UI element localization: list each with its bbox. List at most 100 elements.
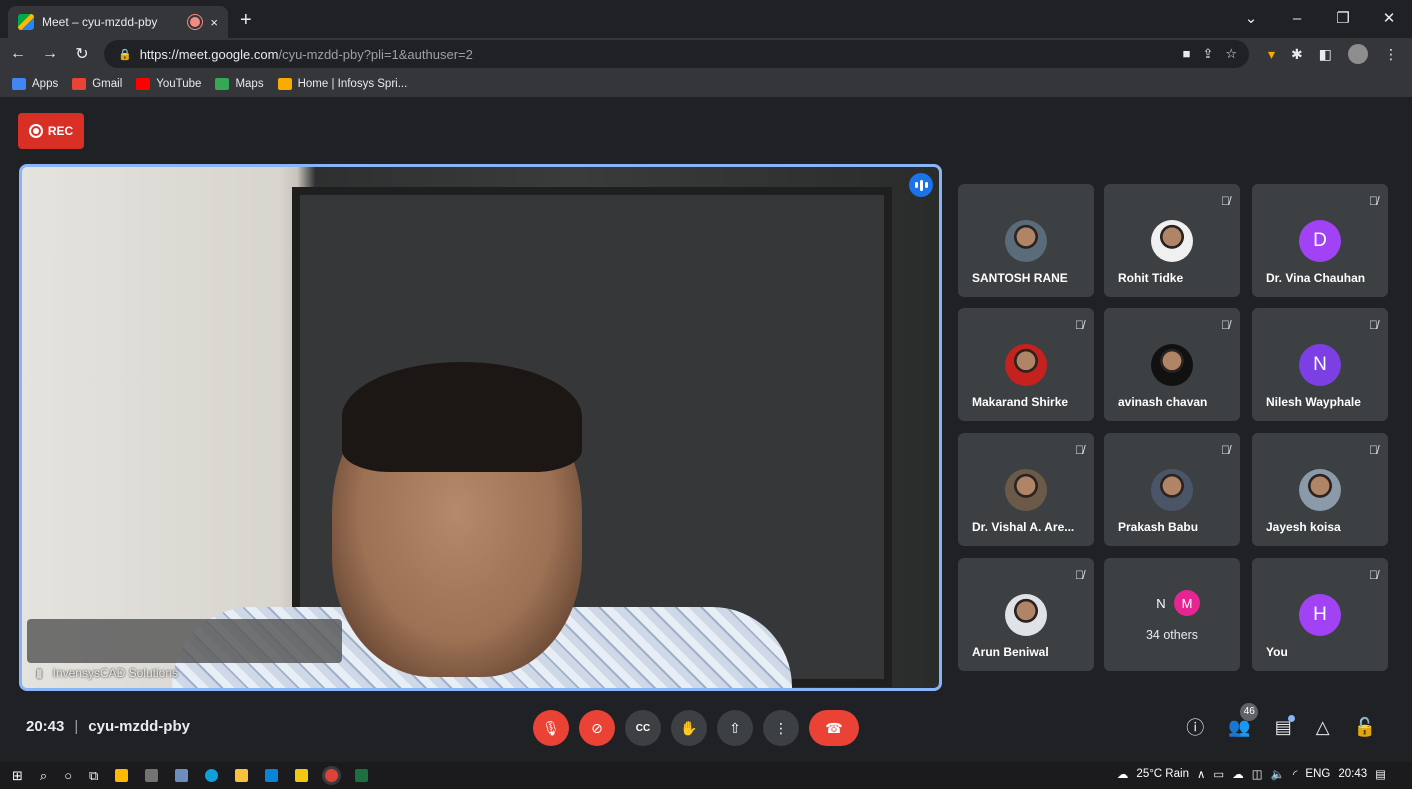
participant-tile[interactable]: 🎙̸ Jayesh koisa xyxy=(1252,433,1388,546)
participant-tile[interactable]: N M 34 others xyxy=(1104,558,1240,671)
mail-icon[interactable] xyxy=(265,769,279,782)
tab-search-icon[interactable]: ⌄ xyxy=(1228,9,1274,27)
camera-toggle-button[interactable]: ⊘ xyxy=(579,710,615,746)
tray-expand-icon[interactable]: ∧ xyxy=(1197,767,1205,781)
participant-tile[interactable]: 🎙̸ Arun Beniwal xyxy=(958,558,1094,671)
participant-name: SANTOSH RANE xyxy=(972,271,1068,285)
participant-avatar: D xyxy=(1299,220,1341,262)
store-icon[interactable] xyxy=(115,769,129,782)
call-controls: 🎙 ⊘ CC ✋ ⇧ ⋮ ☎ xyxy=(533,710,859,746)
onedrive-icon[interactable]: ☁ xyxy=(1232,767,1244,781)
participant-tile[interactable]: 🎙̸ Rohit Tidke xyxy=(1104,184,1240,297)
participant-name: Rohit Tidke xyxy=(1118,271,1184,285)
tab-meet[interactable]: Meet – cyu-mzdd-pby × xyxy=(8,6,228,38)
chrome-icon[interactable] xyxy=(325,769,339,782)
participants-grid: SANTOSH RANE 🎙̸ Rohit Tidke 🎙̸ D Dr. Vina Cha… xyxy=(958,184,1388,672)
participant-name: Nilesh Wayphale xyxy=(1266,395,1361,409)
battery-icon[interactable]: ▭ xyxy=(1213,767,1224,781)
captions-icon: CC xyxy=(635,722,651,734)
wifi-icon[interactable]: ◜ xyxy=(1293,767,1297,781)
activities-button[interactable]: △ xyxy=(1316,717,1330,738)
participant-tile[interactable]: 🎙̸ avinash chavan xyxy=(1104,308,1240,421)
back-icon[interactable]: ← xyxy=(4,45,32,63)
network-icon[interactable]: ◫ xyxy=(1252,767,1263,781)
main-speaker-tile[interactable]: ▮ InvensysCAD Solutions xyxy=(19,164,942,691)
profile-avatar[interactable] xyxy=(1348,44,1368,64)
file-explorer-icon[interactable] xyxy=(235,769,249,782)
task-view-icon[interactable]: ⧉ xyxy=(89,768,98,784)
raise-hand-button[interactable]: ✋ xyxy=(671,710,707,746)
edge-icon[interactable] xyxy=(205,769,219,782)
chat-button[interactable]: ▤ xyxy=(1275,714,1295,738)
omnibox-actions: ■ ⇪ ☆ xyxy=(1183,46,1237,62)
clock[interactable]: 20:43 xyxy=(1338,768,1367,780)
more-options-button[interactable]: ⋮ xyxy=(763,710,799,746)
reload-icon[interactable]: ↻ xyxy=(68,44,96,64)
recording-badge[interactable]: REC xyxy=(18,113,84,149)
new-tab-button[interactable]: + xyxy=(240,9,252,32)
forward-icon[interactable]: → xyxy=(36,45,64,63)
participant-tile[interactable]: 🎙̸ H You xyxy=(1252,558,1388,671)
side-panel-icon[interactable]: ◧ xyxy=(1319,46,1332,63)
close-tab-icon[interactable]: × xyxy=(210,15,218,30)
app-icon[interactable] xyxy=(175,769,189,782)
language-indicator[interactable]: ENG xyxy=(1305,768,1330,780)
url-host: https://meet.google.com xyxy=(139,46,279,62)
windows-start-icon[interactable]: ⊞ xyxy=(12,768,23,784)
bookmark-label: Maps xyxy=(235,77,264,90)
camera-in-use-icon[interactable]: ■ xyxy=(1183,46,1191,62)
leave-call-button[interactable]: ☎ xyxy=(809,710,859,746)
system-tray: ☁ 25°C Rain ∧ ▭ ☁ ◫ 🔈 ◜ ENG 20:43 ▤ xyxy=(1117,767,1386,781)
hang-up-icon: ☎ xyxy=(825,719,843,736)
windows-taskbar: ⊞ ⌕ ○ ⧉ ☁ 25°C Rain ∧ ▭ ☁ ◫ 🔈 ◜ ENG 20:4… xyxy=(0,762,1412,789)
weather-icon[interactable]: ☁ xyxy=(1117,767,1129,781)
participant-tile[interactable]: 🎙̸ D Dr. Vina Chauhan xyxy=(1252,184,1388,297)
power-bi-icon[interactable] xyxy=(295,769,309,782)
bookmark-item[interactable]: Apps xyxy=(12,77,58,90)
bookmark-item[interactable]: YouTube xyxy=(136,77,201,90)
activities-icon: △ xyxy=(1315,716,1330,737)
volume-icon[interactable]: 🔈 xyxy=(1271,767,1285,781)
notifications-icon[interactable]: ▤ xyxy=(1375,767,1386,781)
participant-tile[interactable]: 🎙̸ Prakash Babu xyxy=(1104,433,1240,546)
restore-button[interactable]: ❐ xyxy=(1320,9,1366,27)
participant-tile[interactable]: SANTOSH RANE xyxy=(958,184,1094,297)
participant-tile[interactable]: 🎙̸ N Nilesh Wayphale xyxy=(1252,308,1388,421)
weather-text[interactable]: 25°C Rain xyxy=(1136,768,1189,780)
taskbar-apps: ⊞ ⌕ ○ ⧉ xyxy=(0,768,369,784)
address-bar[interactable]: 🔒 https://meet.google.com /cyu-mzdd-pby?… xyxy=(104,40,1249,68)
mic-muted-icon: 🎙̸ xyxy=(1075,568,1084,582)
calculator-icon[interactable] xyxy=(145,769,159,782)
minimize-button[interactable]: – xyxy=(1274,10,1320,27)
maps-icon xyxy=(215,77,230,90)
bookmark-item[interactable]: Gmail xyxy=(72,77,122,90)
bookmark-item[interactable]: Home | Infosys Spri... xyxy=(277,77,407,90)
menu-icon[interactable]: ⋮ xyxy=(1384,46,1398,63)
participant-name: Makarand Shirke xyxy=(972,395,1069,409)
microphone-toggle-button[interactable]: 🎙 xyxy=(533,710,569,746)
host-controls-button[interactable]: 🔓 xyxy=(1354,717,1376,738)
bookmark-star-icon[interactable]: ☆ xyxy=(1225,46,1237,62)
lock-icon[interactable]: 🔒 xyxy=(118,48,132,61)
people-button[interactable]: 👥 46 xyxy=(1228,702,1259,738)
search-icon[interactable]: ⌕ xyxy=(40,768,47,784)
mic-muted-icon: 🎙̸ xyxy=(1075,318,1084,332)
recording-indicator-icon xyxy=(190,17,201,27)
captions-button[interactable]: CC xyxy=(625,710,661,746)
excel-icon[interactable] xyxy=(355,769,369,782)
extension-icon[interactable]: ▾ xyxy=(1268,46,1275,63)
participant-avatar xyxy=(1005,344,1047,386)
mic-muted-icon: 🎙̸ xyxy=(1221,194,1230,208)
present-button[interactable]: ⇧ xyxy=(717,710,753,746)
share-icon[interactable]: ⇪ xyxy=(1202,46,1213,62)
cortana-icon[interactable]: ○ xyxy=(64,768,72,783)
participant-tile[interactable]: 🎙̸ Dr. Vishal A. Are... xyxy=(958,433,1094,546)
bookmark-item[interactable]: Maps xyxy=(215,77,264,90)
meeting-details-button[interactable]: ⓘ xyxy=(1186,714,1204,740)
caption-overlay xyxy=(27,619,342,663)
mic-muted-icon: 🎙̸ xyxy=(1221,318,1230,332)
people-count-badge: 46 xyxy=(1240,702,1259,721)
participant-tile[interactable]: 🎙̸ Makarand Shirke xyxy=(958,308,1094,421)
close-window-button[interactable]: ✕ xyxy=(1366,9,1412,27)
extensions-puzzle-icon[interactable]: ✱ xyxy=(1291,46,1303,63)
